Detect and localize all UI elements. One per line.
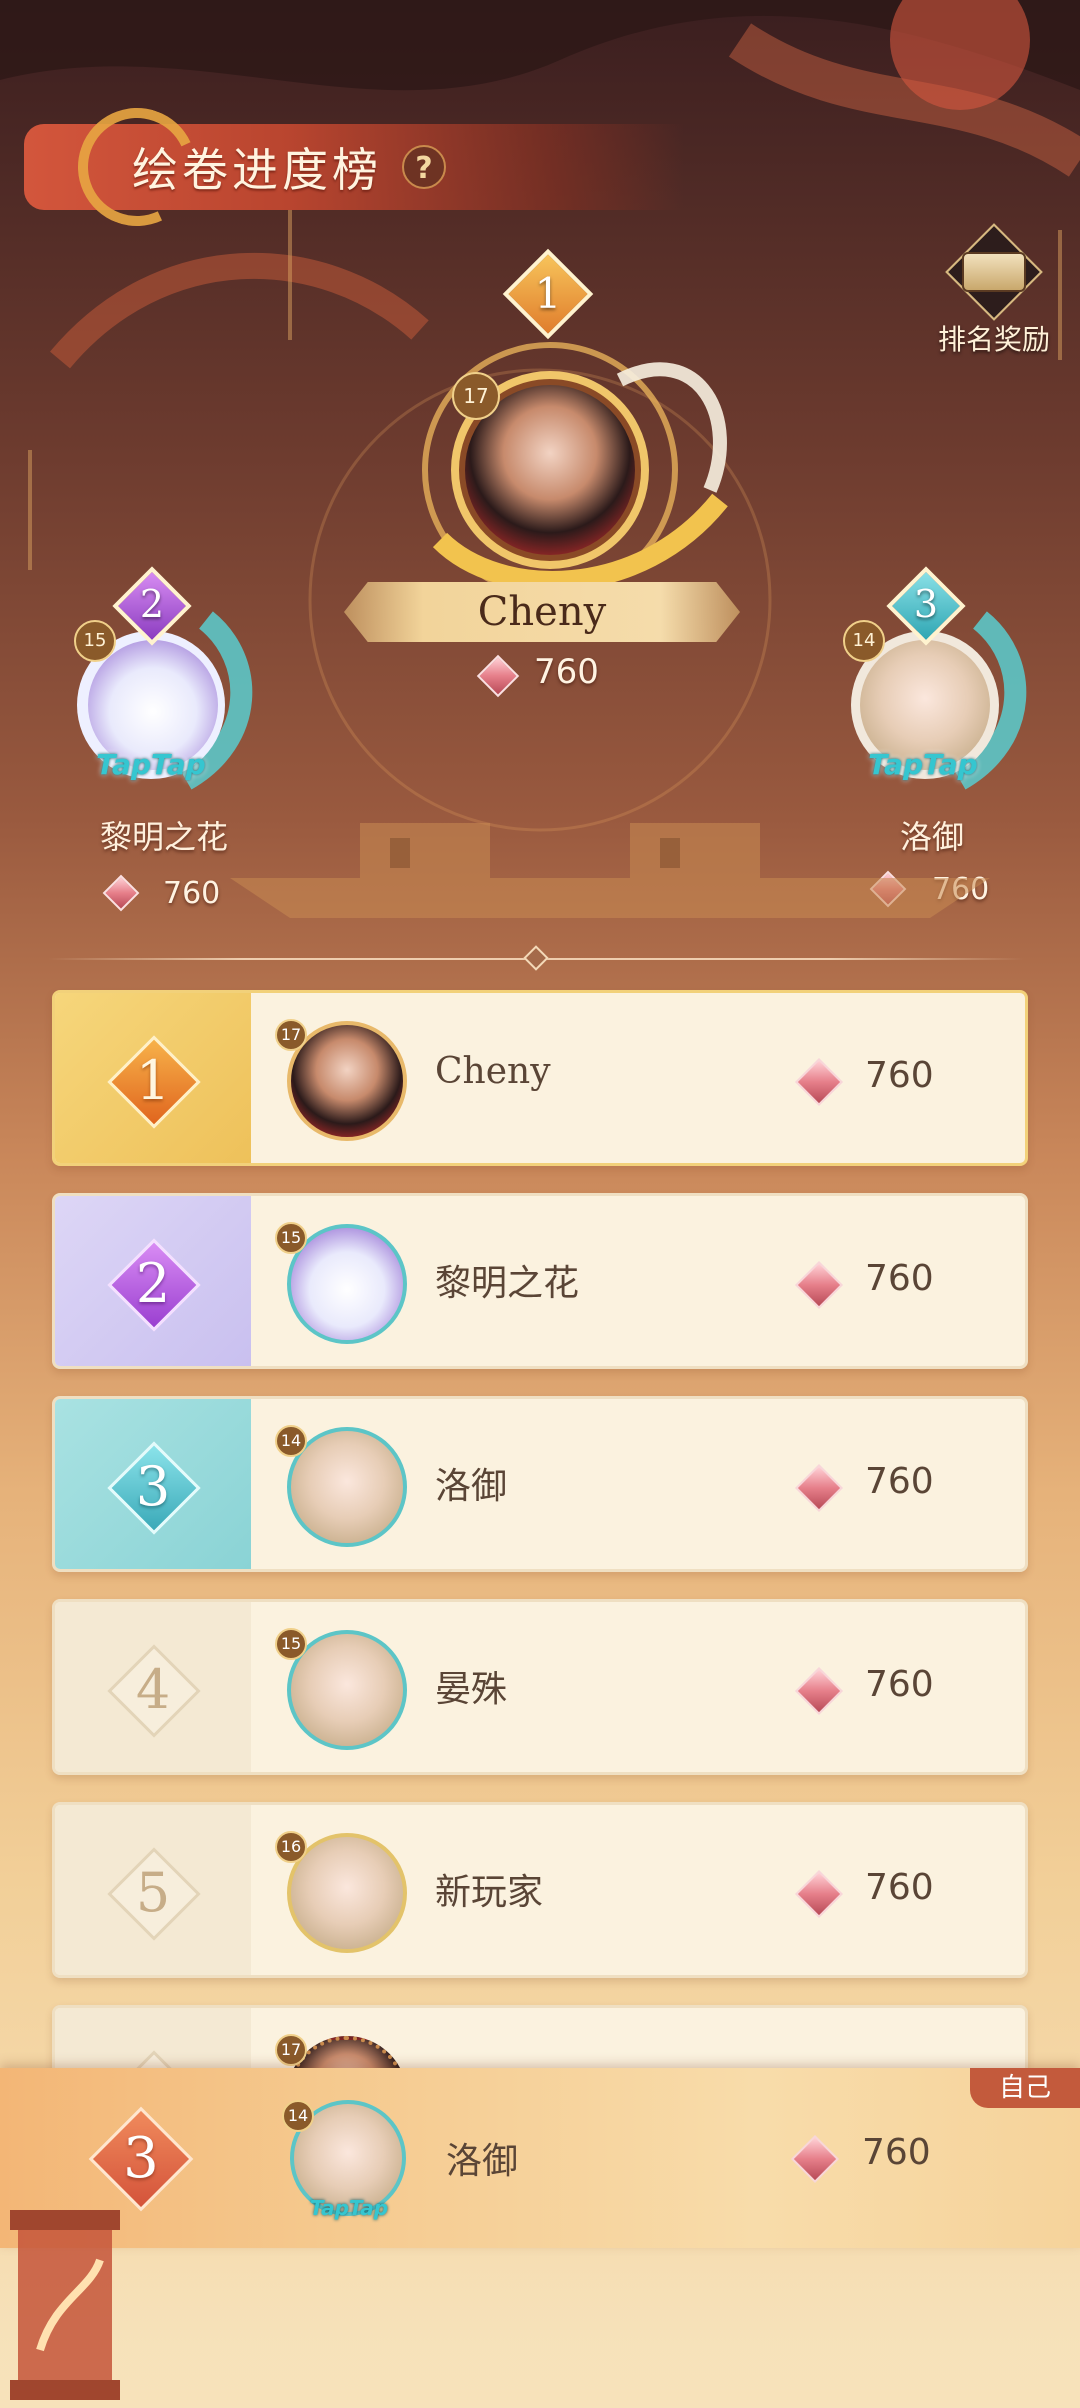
second-place-level: 15 [74, 620, 116, 662]
gem-icon [794, 1666, 844, 1716]
page-title: 绘卷进度榜 [132, 143, 382, 197]
leaderboard-row[interactable]: 4 15 晏殊 760 [52, 1599, 1028, 1775]
gem-icon [102, 874, 140, 912]
bottom-fade [0, 2248, 1080, 2408]
row-level: 15 [275, 1222, 307, 1254]
row-rank: 5 [135, 1861, 171, 1924]
row-rank: 4 [135, 1658, 171, 1721]
gem-icon [794, 1260, 844, 1310]
row-score: 760 [865, 1055, 934, 1096]
ranking-reward-button[interactable]: 排名奖励 [924, 223, 1064, 364]
row-name: Cheny [435, 1051, 551, 1092]
row-level: 14 [275, 1425, 307, 1457]
second-place-score: 760 [163, 876, 221, 911]
second-place-rank: 2 [139, 582, 165, 626]
gem-icon [794, 1463, 844, 1513]
row-level: 17 [275, 2034, 307, 2066]
gem-icon [794, 1057, 844, 1107]
ranking-reward-label: 排名奖励 [937, 323, 1050, 356]
row-score: 760 [865, 1664, 934, 1705]
row-name: 新玩家 [435, 1872, 544, 1913]
row-level: 15 [275, 1628, 307, 1660]
leaderboard-row[interactable]: 3 14 洛御 760 [52, 1396, 1028, 1572]
help-icon[interactable]: ? [402, 145, 446, 189]
self-taptap-badge: TapTap [309, 2196, 389, 2220]
row-rank: 3 [135, 1455, 171, 1518]
first-place-score: 760 [534, 652, 599, 692]
self-score: 760 [862, 2132, 931, 2173]
third-place-rank: 3 [913, 582, 939, 626]
row-name: 洛御 [435, 1466, 508, 1507]
first-place-level: 17 [452, 372, 500, 420]
second-place-taptap-badge: TapTap [96, 748, 206, 781]
row-score: 760 [865, 1461, 934, 1502]
row-name: 晏殊 [435, 1669, 508, 1710]
row-rank: 2 [135, 1252, 171, 1315]
lantern-icon[interactable] [0, 2200, 130, 2408]
first-place-name: Cheny [477, 589, 607, 635]
gem-icon [790, 2134, 840, 2184]
self-rank: 3 [123, 2126, 159, 2191]
leaderboard-row[interactable]: 5 16 新玩家 760 [52, 1802, 1028, 1978]
row-level: 17 [275, 1019, 307, 1051]
row-rank: 1 [135, 1049, 171, 1112]
gem-icon [476, 654, 520, 698]
self-tag: 自己 [970, 2068, 1080, 2108]
self-level: 14 [282, 2100, 314, 2132]
row-level: 16 [275, 1831, 307, 1863]
leaderboard-row[interactable]: 1 17 Cheny 760 [52, 990, 1028, 1166]
self-name: 洛御 [446, 2141, 519, 2182]
boat-decoration [230, 823, 990, 918]
divider-ornament [523, 945, 549, 971]
row-score: 760 [865, 1258, 934, 1299]
treasure-chest-icon [962, 252, 1026, 292]
row-name: 黎明之花 [435, 1263, 580, 1304]
third-place-taptap-badge: TapTap [868, 748, 978, 781]
gem-icon [794, 1869, 844, 1919]
row-score: 760 [865, 1867, 934, 1908]
third-place-level: 14 [843, 620, 885, 662]
first-place-rank: 1 [534, 269, 562, 318]
self-rank-row[interactable]: 自己 3 14 TapTap 洛御 760 [0, 2068, 1080, 2248]
leaderboard-row[interactable]: 2 15 黎明之花 760 [52, 1193, 1028, 1369]
